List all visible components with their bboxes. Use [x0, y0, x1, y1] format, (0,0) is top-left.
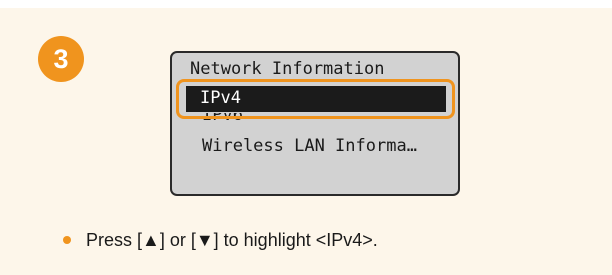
device-display-screen: Network Information IPv4 IPv6 Wireless L…: [170, 51, 460, 196]
selection-highlight-ring: [176, 79, 455, 119]
screen-title: Network Information: [190, 59, 385, 79]
bullet-icon: [63, 236, 71, 244]
menu-item-wireless-lan[interactable]: Wireless LAN Informa…: [202, 135, 458, 157]
instruction-text: Press [▲] or [▼] to highlight <IPv4>.: [86, 230, 378, 250]
top-divider: [0, 0, 612, 8]
step-panel: 3 Network Information IPv4 IPv6 Wireless…: [0, 0, 612, 275]
step-number-badge: 3: [38, 36, 84, 82]
